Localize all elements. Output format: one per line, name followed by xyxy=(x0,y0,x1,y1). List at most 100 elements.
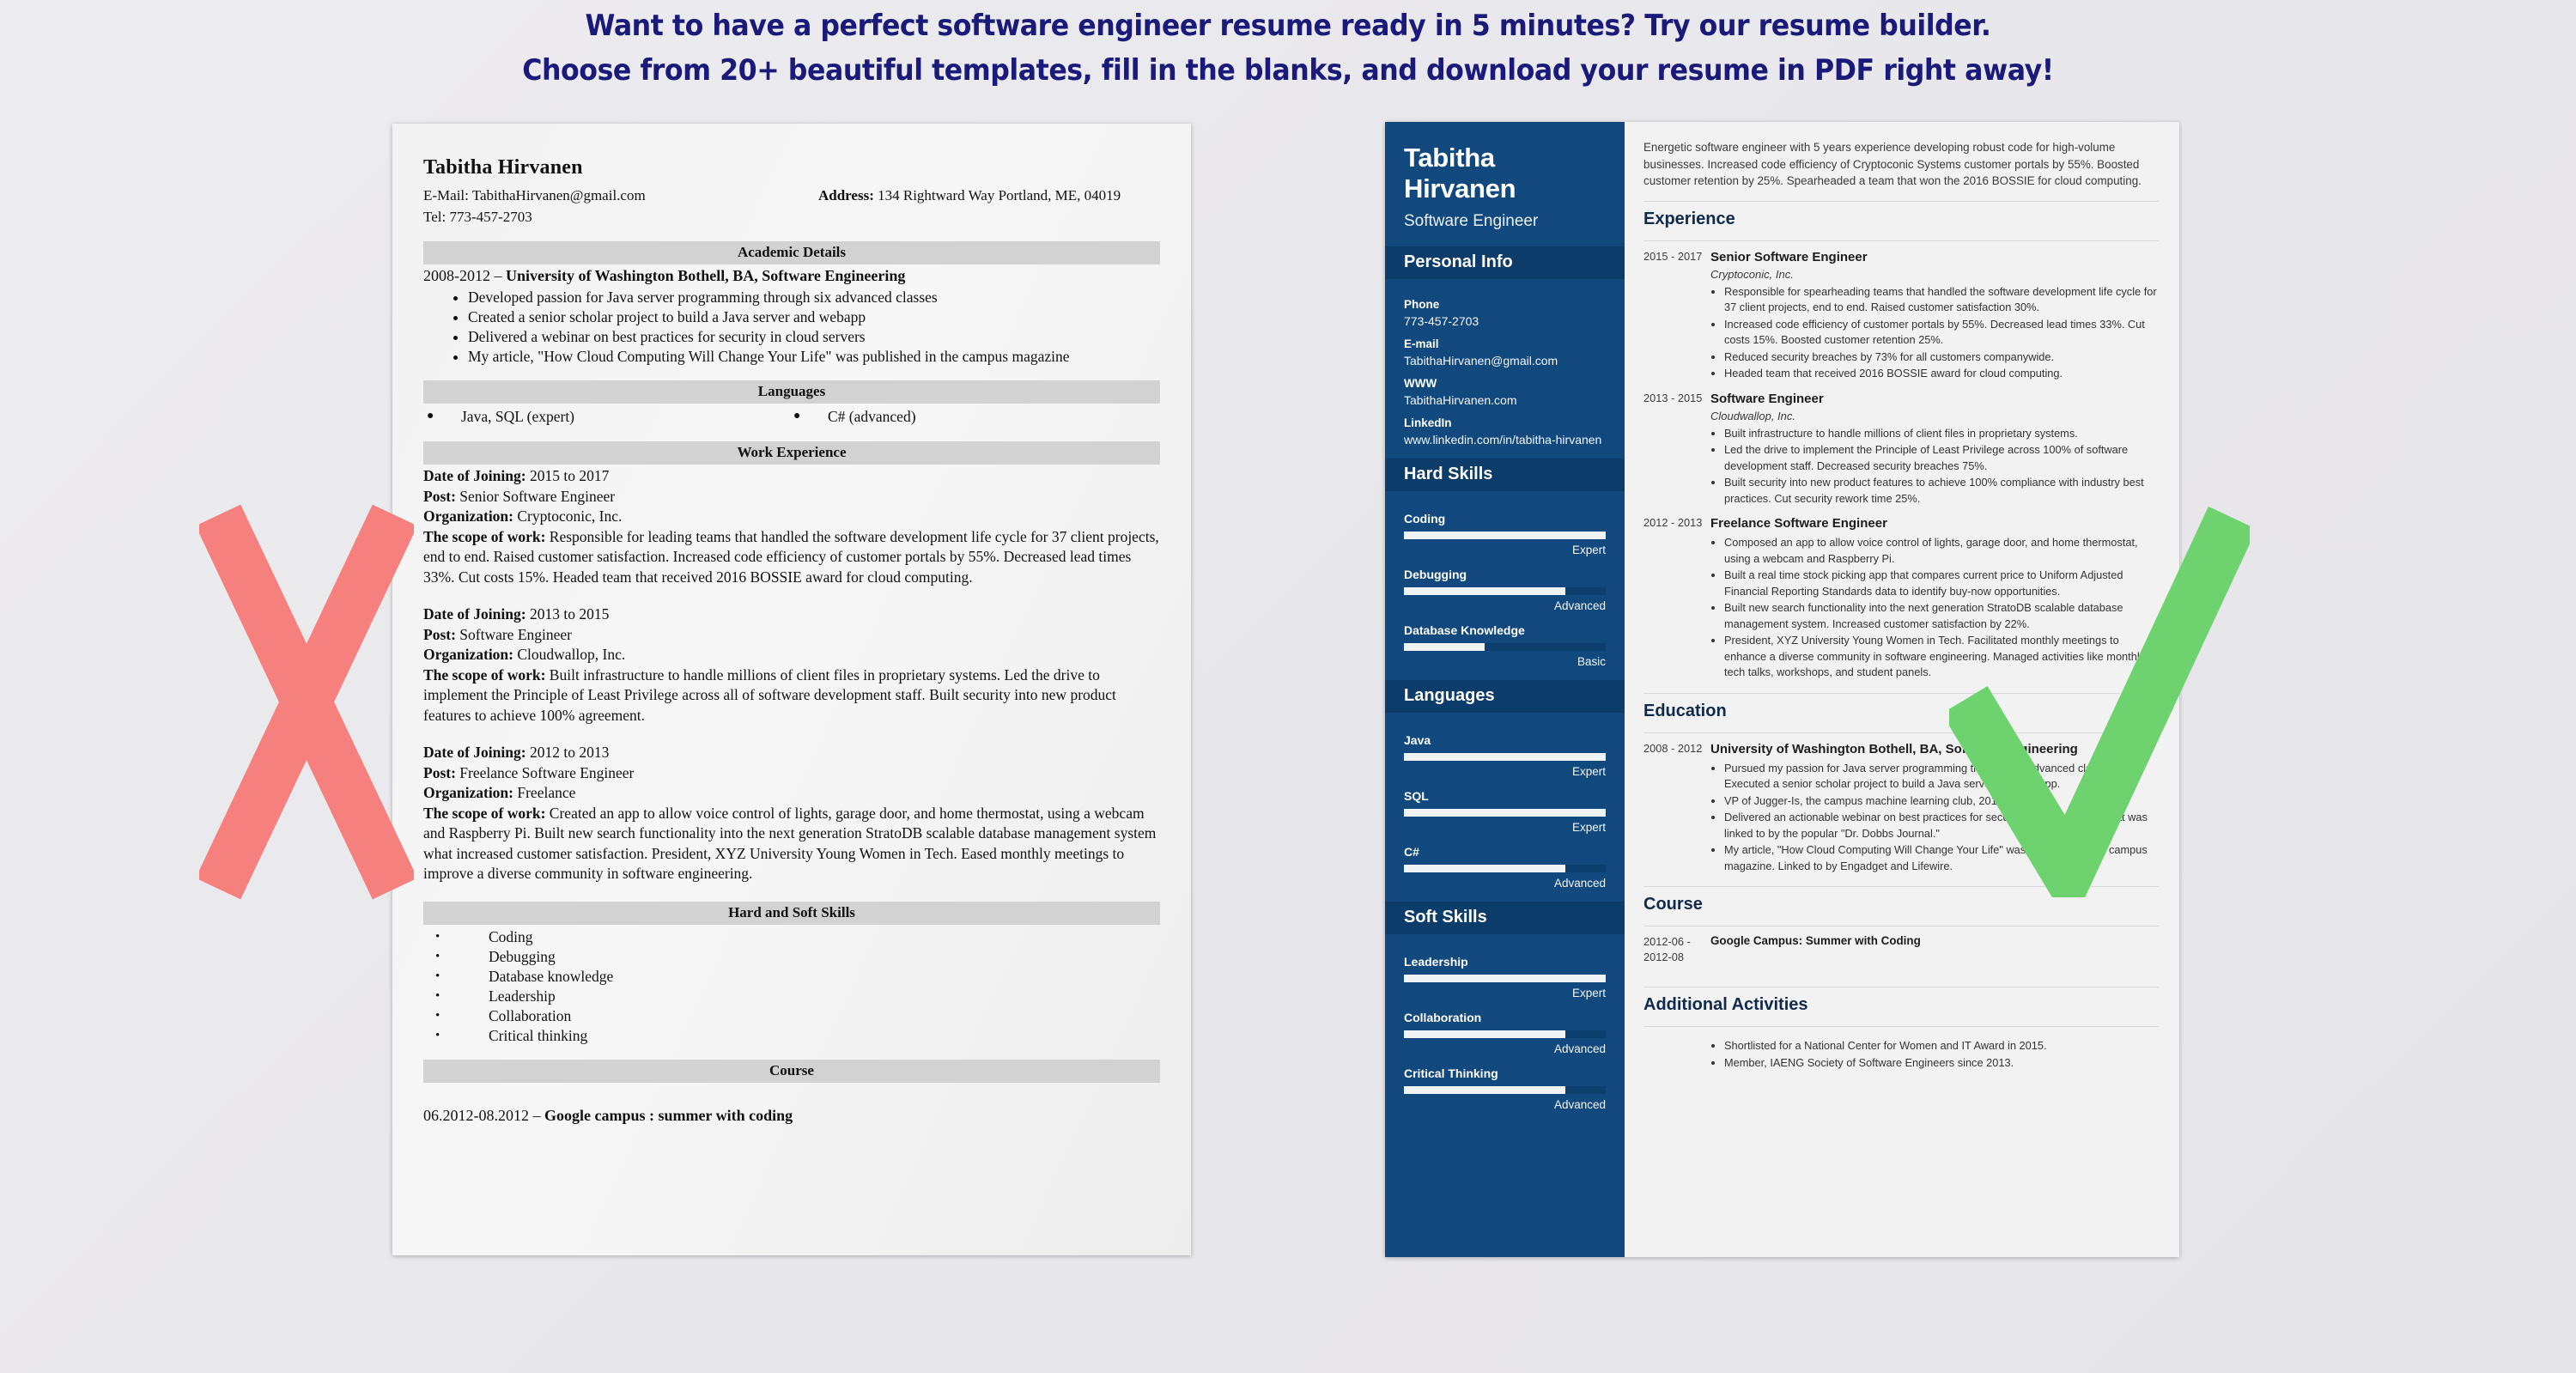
bad-job-organization-value: Freelance xyxy=(513,784,576,801)
skill-meter: Debugging Advanced xyxy=(1404,568,1606,612)
list-item: ● C# (advanced) xyxy=(793,405,1160,428)
good-resume-identity: Tabitha Hirvanen Software Engineer xyxy=(1385,122,1625,246)
entry-bullet-list: Built infrastructure to handle millions … xyxy=(1710,426,2159,507)
experience-entries: 2015 - 2017 Senior Software Engineer Crypt… xyxy=(1643,249,2159,682)
skill-level-label: Expert xyxy=(1571,987,1606,999)
bad-languages-row: ● Java, SQL (expert) ● C# (advanced) xyxy=(423,405,1160,428)
skill-progress-track xyxy=(1404,865,1606,872)
skill-progress-fill xyxy=(1404,1086,1565,1094)
bad-resume-name: Tabitha Hirvanen xyxy=(423,156,583,179)
sidebar-hard-skills: Coding Expert Debugging Advanced Database Kn… xyxy=(1385,491,1625,680)
bad-job-scope-label: The scope of work: xyxy=(423,804,546,822)
bad-resume-address-value: 134 Rightward Way Portland, ME, 04019 xyxy=(878,187,1121,204)
main-section-additional-activities: Additional Activities xyxy=(1643,995,1808,1014)
skill-progress-fill xyxy=(1404,587,1565,595)
bad-academic-years: 2008-2012 – xyxy=(423,267,506,284)
list-item: Built security into new product features… xyxy=(1724,475,2159,507)
skill-meter: Coding Expert xyxy=(1404,512,1606,556)
bad-resume-tel: Tel: 773-457-2703 xyxy=(423,209,532,225)
list-item: Reduced security breaches by 73% for all… xyxy=(1724,349,2159,366)
activities-list: Shortlisted for a National Center for Wo… xyxy=(1710,1038,2159,1071)
bad-academic-bullet-list: Developed passion for Java server progra… xyxy=(423,288,1160,367)
bad-jobs-list: Date of Joining: 2015 to 2017 Post: Senio… xyxy=(423,466,1160,884)
divider xyxy=(1643,692,2159,694)
sidebar-section-hard-skills: Hard Skills xyxy=(1385,459,1625,491)
list-item: ● Java, SQL (expert) xyxy=(427,405,793,428)
list-item: My article, "How Cloud Computing Will Ch… xyxy=(468,347,1160,367)
bad-job-date: Date of Joining: 2015 to 2017 xyxy=(423,466,1160,487)
sidebar-section-soft-skills: Soft Skills xyxy=(1385,902,1625,934)
bad-job-date-label: Date of Joining: xyxy=(423,744,526,761)
skill-level-label: Advanced xyxy=(1553,599,1606,612)
skill-name: Collaboration xyxy=(1404,1011,1482,1024)
bad-job-scope-label: The scope of work: xyxy=(423,665,546,683)
skill-name: Leadership xyxy=(1404,955,1468,969)
entry-organization: Cryptoconic, Inc. xyxy=(1710,267,1794,281)
resume-entry: 2015 - 2017 Senior Software Engineer Crypt… xyxy=(1643,249,2159,383)
entry-title: Senior Software Engineer xyxy=(1710,249,1868,264)
contact-value: TabithaHirvanen.com xyxy=(1404,393,1517,407)
resume-entry: 2008 - 2012 University of Washington Both… xyxy=(1643,741,2159,876)
entry-body: Freelance Software Engineer Composed an a… xyxy=(1710,515,2159,682)
bad-course-dates: 06.2012-08.2012 – xyxy=(423,1106,544,1124)
bad-job-post-value: Software Engineer xyxy=(455,625,572,643)
skill-name: Database Knowledge xyxy=(1404,623,1525,637)
skill-name: SQL xyxy=(1404,789,1429,803)
sidebar-soft-skills: Leadership Expert Collaboration Advanced Cri… xyxy=(1385,934,1625,1123)
list-item: Critical thinking xyxy=(435,1026,1160,1046)
bad-resume-contact-row: E-Mail: TabithaHirvanen@gmail.com Tel: 7… xyxy=(423,185,1160,228)
skill-level-label: Advanced xyxy=(1553,1042,1606,1055)
bad-job-organization: Organization: Cloudwallop, Inc. xyxy=(423,645,1160,665)
bullet-icon: ● xyxy=(793,410,801,422)
entry-dates: 2013 - 2015 xyxy=(1643,391,1703,404)
skill-progress-track xyxy=(1404,532,1606,539)
bad-job-date-value: 2015 to 2017 xyxy=(526,467,610,484)
divider xyxy=(1643,240,2159,241)
bad-section-work-experience: Work Experience xyxy=(423,441,1160,465)
list-item: Coding xyxy=(435,927,1160,947)
bad-job-organization-value: Cloudwallop, Inc. xyxy=(513,646,626,663)
bad-job-date: Date of Joining: 2013 to 2015 xyxy=(423,604,1160,625)
contact-value: 773-457-2703 xyxy=(1404,314,1479,328)
skill-progress-track xyxy=(1404,587,1606,595)
skill-progress-track xyxy=(1404,975,1606,982)
list-item: Pursued my passion for Java server progr… xyxy=(1724,761,2159,793)
language-label: C# (advanced) xyxy=(828,408,916,425)
good-resume-name: Tabitha Hirvanen xyxy=(1404,143,1516,204)
contact-value: TabithaHirvanen@gmail.com xyxy=(1404,354,1558,368)
bad-job-scope: The scope of work: Responsible for leadi… xyxy=(423,527,1160,588)
bad-job-date-label: Date of Joining: xyxy=(423,605,526,623)
course-entry: 2012-06 - 2012-08 Google Campus: Summer … xyxy=(1643,934,2159,964)
divider xyxy=(1643,886,2159,887)
entry-dates: 2008 - 2012 xyxy=(1643,741,1703,755)
bad-job-post: Post: Freelance Software Engineer xyxy=(423,763,1160,784)
list-item: Composed an app to allow voice control o… xyxy=(1724,535,2159,567)
entry-body: University of Washington Bothell, BA, So… xyxy=(1710,741,2159,876)
divider xyxy=(1643,1026,2159,1027)
bad-job-organization-value: Cryptoconic, Inc. xyxy=(513,507,623,525)
skill-progress-track xyxy=(1404,1030,1606,1038)
list-item: Database knowledge xyxy=(435,967,1160,987)
contact-value: www.linkedin.com/in/tabitha-hirvanen xyxy=(1404,433,1602,447)
bad-job-scope: The scope of work: Created an app to all… xyxy=(423,804,1160,884)
skill-name: C# xyxy=(1404,845,1419,859)
skill-level-label: Expert xyxy=(1571,765,1606,778)
promo-headline: Want to have a perfect software engineer… xyxy=(0,7,2576,89)
contact-label: WWW xyxy=(1404,377,1437,390)
resume-entry: 2012 - 2013 Freelance Software Engineer Co… xyxy=(1643,515,2159,682)
bad-course-name: Google campus : summer with coding xyxy=(544,1106,793,1124)
contact-label: E-mail xyxy=(1404,337,1439,350)
skill-progress-track xyxy=(1404,643,1606,651)
promo-line-1: Want to have a perfect software engineer… xyxy=(585,9,1991,43)
sidebar-contacts: Phone 773-457-2703 E-mail TabithaHirvanen@g… xyxy=(1385,279,1625,459)
good-resume-document: Tabitha Hirvanen Software Engineer Perso… xyxy=(1385,122,2179,1257)
bad-job-post-label: Post: xyxy=(423,763,456,781)
bad-job-organization: Organization: Cryptoconic, Inc. xyxy=(423,507,1160,527)
entry-bullet-list: Pursued my passion for Java server progr… xyxy=(1710,761,2159,875)
bad-job-date-value: 2012 to 2013 xyxy=(526,744,610,761)
skill-progress-fill xyxy=(1404,809,1606,817)
list-item: President, XYZ University Young Women in… xyxy=(1724,633,2159,681)
sidebar-languages: Java Expert SQL Expert C# Advanced xyxy=(1385,713,1625,902)
bad-section-course: Course xyxy=(423,1059,1160,1083)
list-item: Headed team that received 2016 BOSSIE aw… xyxy=(1724,366,2159,382)
